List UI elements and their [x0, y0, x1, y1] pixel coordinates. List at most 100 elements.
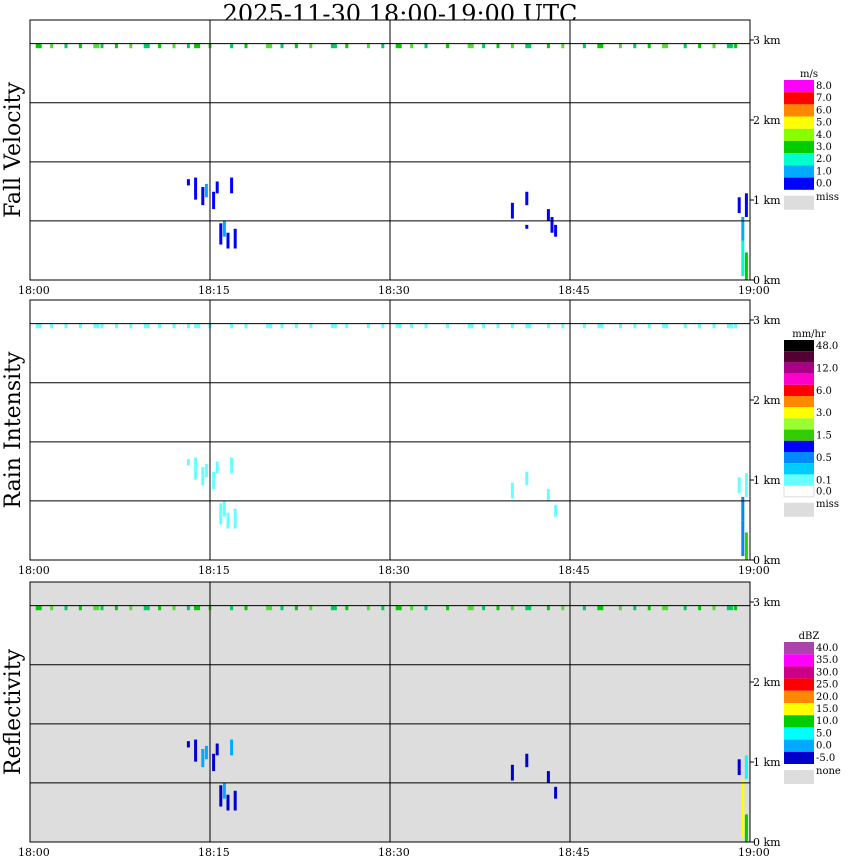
reflectivity-ylabel: Reflectivity — [1, 648, 26, 775]
reflectivity-cell — [554, 786, 558, 799]
reflectivity-legend-swatch — [784, 715, 814, 728]
reflectivity-legend-label: 10.0 — [816, 716, 838, 727]
fall-velocity-cell — [204, 183, 208, 198]
rain-intensity-x-tick-label: 18:15 — [198, 564, 230, 577]
reflectivity-cell — [744, 814, 748, 842]
reflectivity-legend-swatch — [784, 751, 814, 764]
rain-intensity-cell — [201, 467, 205, 486]
rain-intensity-cell — [230, 457, 234, 474]
rain-intensity-legend-swatch — [784, 362, 814, 374]
fall-velocity-cell — [194, 177, 198, 200]
reflectivity-legend-label: 35.0 — [816, 655, 838, 666]
reflectivity-x-tick-label: 18:00 — [18, 846, 50, 859]
fall-velocity-x-tick-label: 19:00 — [738, 284, 770, 297]
fall-velocity-x-tick-label: 18:00 — [18, 284, 50, 297]
fall-velocity-legend-label: 2.0 — [816, 154, 832, 165]
reflectivity-legend-label: 40.0 — [816, 643, 838, 654]
reflectivity-x-tick-label: 18:30 — [378, 846, 410, 859]
fall-velocity-cell — [219, 223, 223, 245]
fall-velocity-cell — [554, 224, 558, 237]
reflectivity-x-tick-label: 18:45 — [558, 846, 590, 859]
rain-intensity-legend-swatch — [784, 440, 814, 452]
rain-intensity-cell — [194, 457, 198, 480]
rain-intensity-legend-swatch — [783, 485, 815, 498]
rain-intensity-cell — [219, 503, 223, 525]
fall-velocity-cell — [230, 177, 234, 194]
fall-velocity-cell — [525, 224, 529, 229]
reflectivity-cell — [741, 778, 745, 839]
reflectivity-legend-swatch — [784, 642, 814, 655]
fall-velocity-legend-missing-swatch — [784, 195, 814, 210]
rain-intensity-legend-swatch — [784, 340, 814, 352]
rain-intensity-legend-swatch — [784, 474, 814, 486]
rain-intensity-legend-missing-swatch — [784, 502, 814, 517]
rain-intensity-x-tick-label: 18:30 — [378, 564, 410, 577]
rain-intensity-legend-label: 0.1 — [816, 475, 832, 486]
fall-velocity-y-tick-label: 1 km — [753, 194, 781, 207]
reflectivity-legend-label: 15.0 — [816, 704, 838, 715]
rain-intensity-legend-swatch — [784, 463, 814, 475]
reflectivity-y-tick-label: 1 km — [753, 756, 781, 769]
fall-velocity-legend-unit: m/s — [800, 69, 818, 80]
reflectivity-cell — [226, 794, 230, 811]
fall-velocity-legend-swatch — [784, 141, 814, 154]
reflectivity-cell — [212, 753, 216, 772]
reflectivity-legend-missing-label: none — [816, 766, 841, 777]
rain-intensity-legend-swatch — [784, 429, 814, 441]
reflectivity-legend-label: 0.0 — [816, 741, 832, 752]
rain-intensity-legend-label: 48.0 — [816, 341, 838, 352]
reflectivity-legend-swatch — [784, 666, 814, 679]
rain-intensity-legend-label: 12.0 — [816, 363, 838, 374]
reflectivity-legend-missing-swatch — [784, 770, 814, 784]
reflectivity-x-tick-label: 18:15 — [198, 846, 230, 859]
rain-intensity-legend-label: 6.0 — [816, 386, 832, 397]
reflectivity-cell — [215, 743, 219, 756]
reflectivity-legend-swatch — [784, 654, 814, 667]
rain-intensity-y-tick-label: 1 km — [753, 474, 781, 487]
rain-intensity-cell — [233, 508, 237, 529]
fall-velocity-cell — [222, 220, 226, 237]
fall-velocity-cell — [744, 252, 748, 280]
reflectivity-legend-swatch — [784, 678, 814, 691]
fall-velocity-cell — [550, 216, 554, 233]
reflectivity-x-tick-label: 19:00 — [738, 846, 770, 859]
rain-intensity-cell — [212, 471, 216, 490]
rain-intensity-cell — [737, 477, 741, 494]
reflectivity-cell — [219, 785, 223, 807]
rain-intensity-legend-swatch — [784, 351, 814, 363]
rain-intensity-legend-label: 1.5 — [816, 431, 832, 442]
fall-velocity-x-tick-label: 18:30 — [378, 284, 410, 297]
fall-velocity-cell — [525, 191, 529, 206]
reflectivity-cell — [194, 739, 198, 762]
fall-velocity-ylabel: Fall Velocity — [1, 82, 26, 218]
reflectivity-legend-swatch — [784, 739, 814, 752]
rain-intensity-cell — [525, 471, 529, 486]
fall-velocity-x-tick-label: 18:45 — [558, 284, 590, 297]
reflectivity-legend-label: 5.0 — [816, 728, 832, 739]
rain-intensity-cell — [222, 500, 226, 517]
reflectivity-legend-swatch — [784, 727, 814, 740]
fall-velocity-x-tick-label: 18:15 — [198, 284, 230, 297]
reflectivity-cell — [186, 741, 190, 748]
rain-intensity-legend-label: 0.5 — [816, 453, 832, 464]
rain-intensity-legend-swatch — [784, 418, 814, 430]
fall-velocity-y-tick-label: 3 km — [753, 34, 781, 47]
fall-velocity-legend-missing-label: miss — [816, 192, 839, 203]
rain-intensity-cell — [215, 461, 219, 474]
fall-velocity-cell — [546, 209, 550, 221]
reflectivity-cell — [233, 790, 237, 811]
rain-intensity-x-tick-label: 19:00 — [738, 564, 770, 577]
fall-velocity-legend-label: 5.0 — [816, 118, 832, 129]
rain-intensity-legend-swatch — [784, 407, 814, 419]
reflectivity-legend-unit: dBZ — [799, 631, 820, 642]
rain-intensity-cell — [741, 520, 745, 557]
reflectivity-legend-label: 20.0 — [816, 692, 838, 703]
rain-intensity-legend-unit: mm/hr — [792, 329, 826, 340]
chart-figure: 0 km1 km2 km3 km18:00 18:15 18:30 18:45 19:0… — [1, 19, 841, 859]
rain-intensity-legend-swatch — [784, 384, 814, 396]
rain-intensity-legend-swatch — [784, 396, 814, 408]
fall-velocity-legend-swatch — [784, 116, 814, 129]
reflectivity-cell — [744, 755, 748, 779]
rain-intensity-cell — [546, 489, 550, 501]
reflectivity-cell — [204, 745, 208, 760]
